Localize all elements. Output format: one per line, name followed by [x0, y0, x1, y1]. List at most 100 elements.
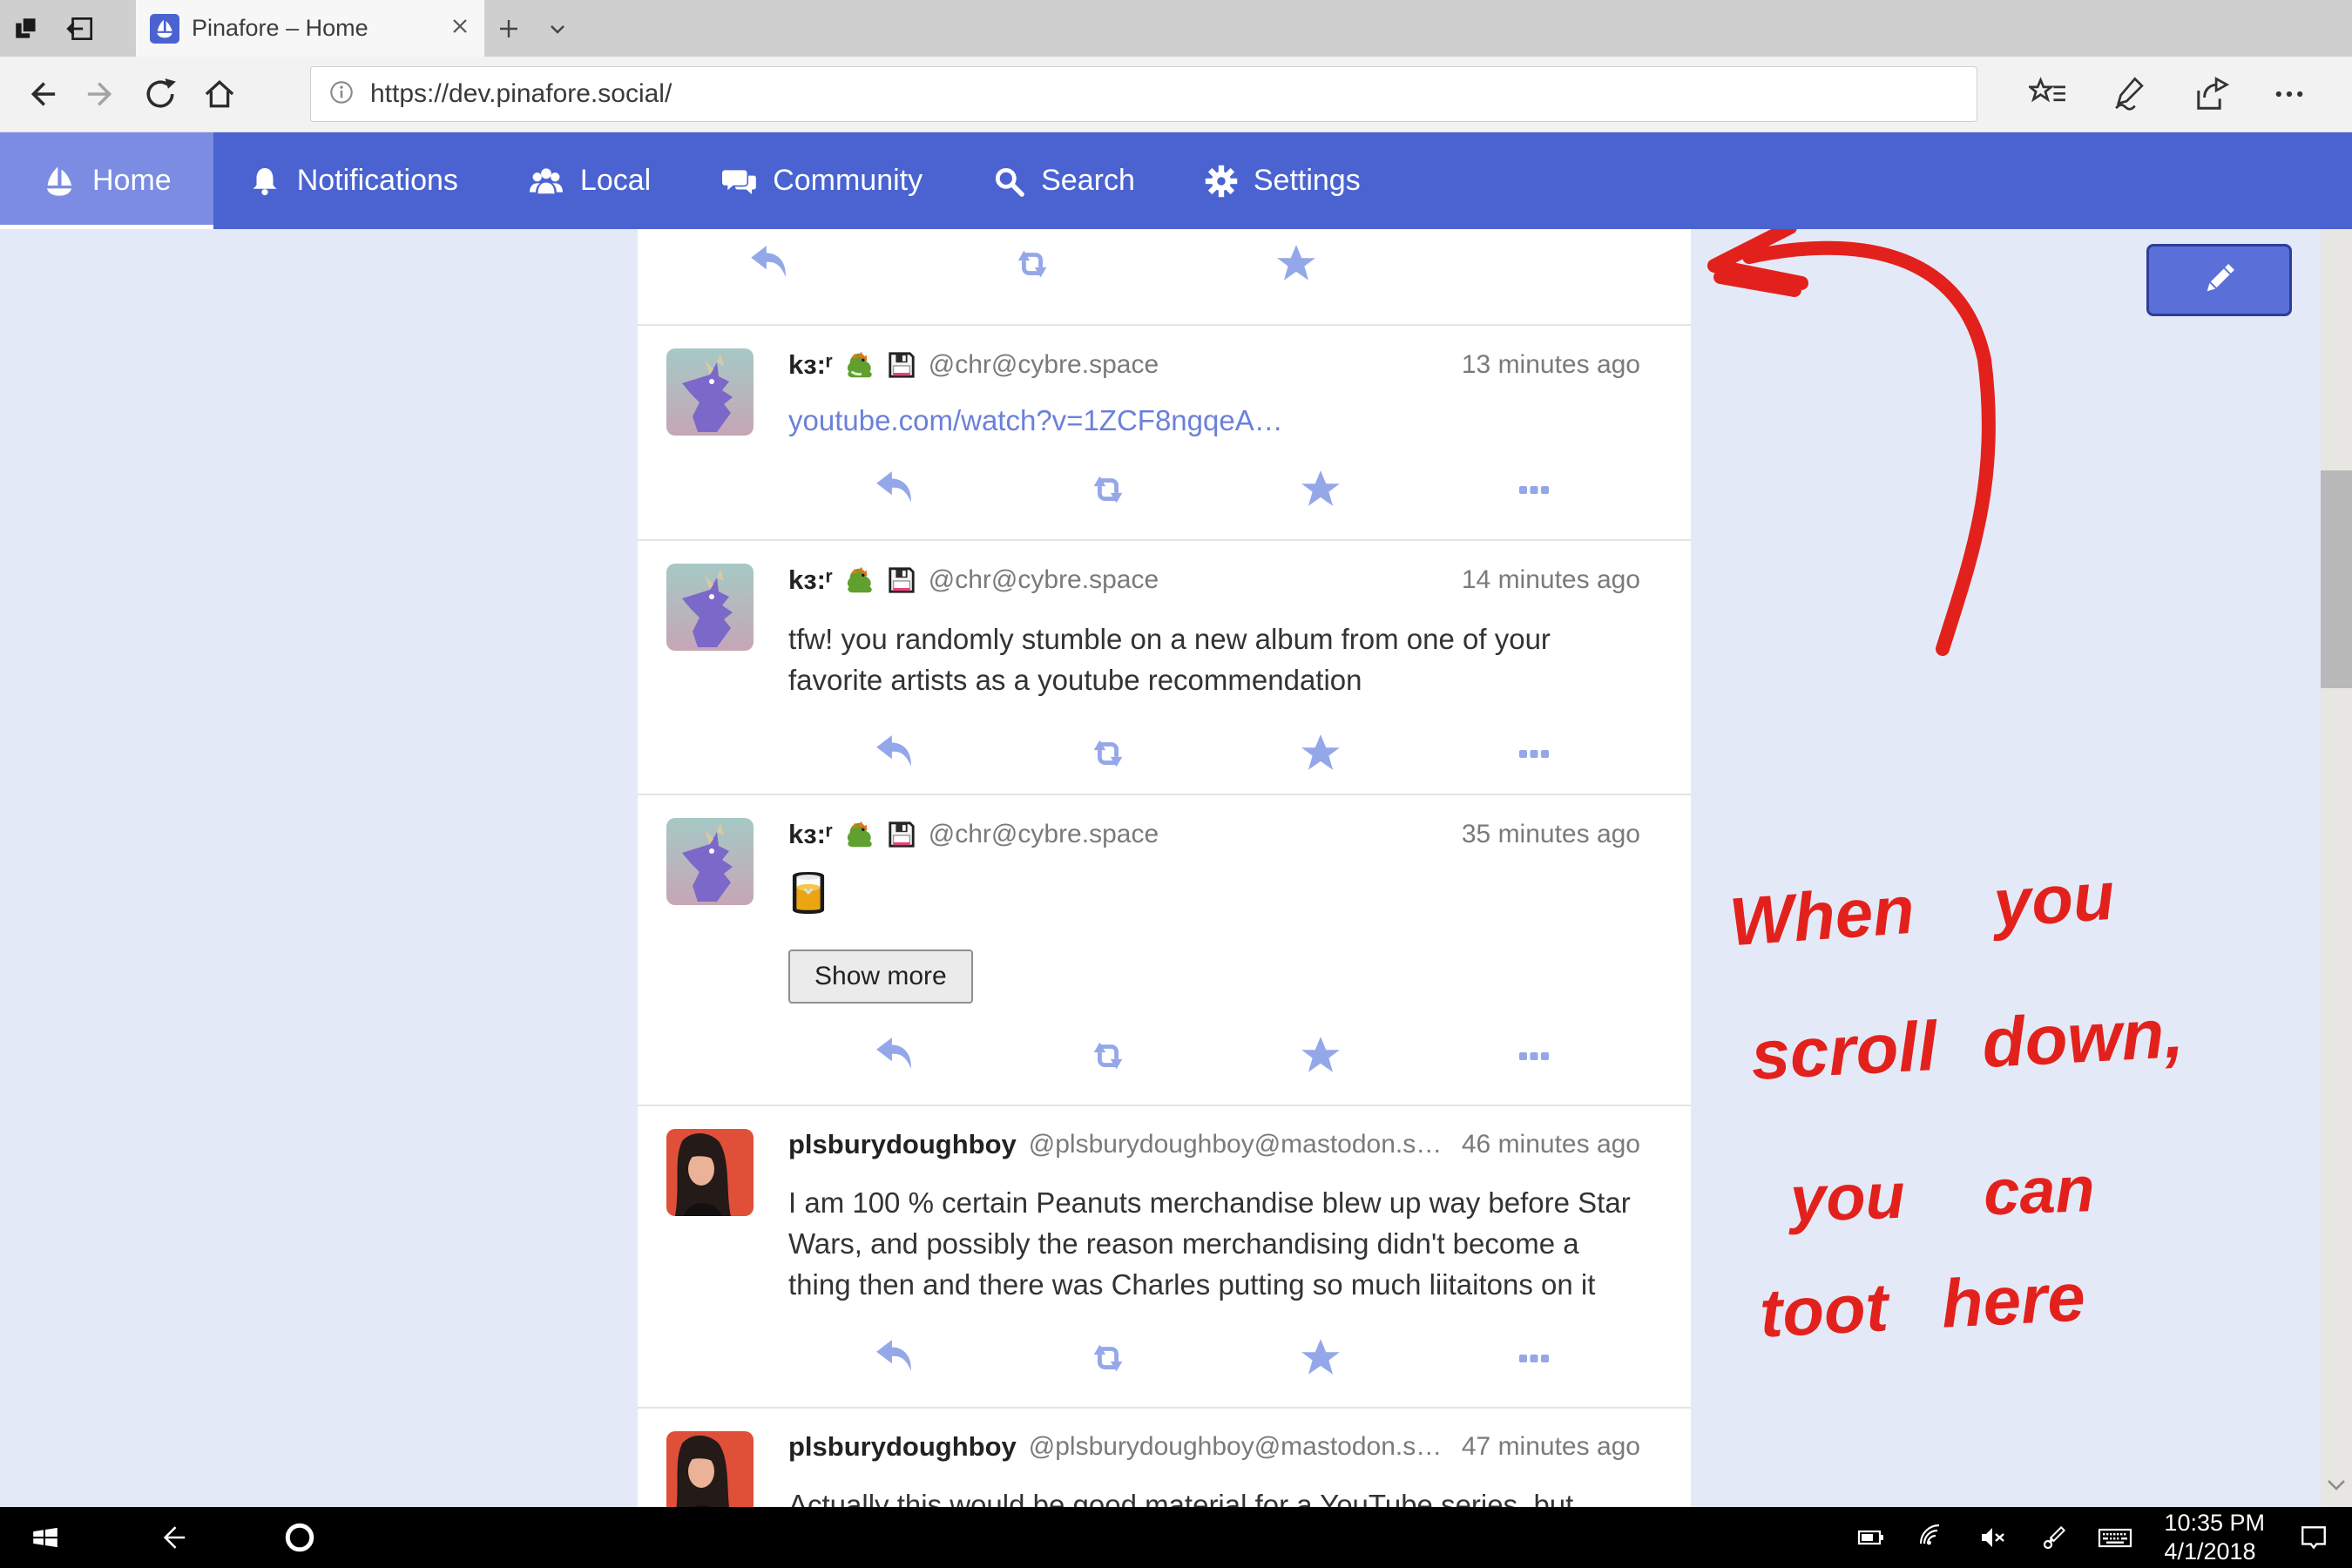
toot-author-name[interactable]: plsburydoughboy: [788, 1129, 1017, 1160]
annotation-line: scroll down,: [1749, 993, 2186, 1096]
favorite-star-icon[interactable]: [1298, 1033, 1343, 1078]
toot-text: Actually this would be good material for…: [788, 1485, 1640, 1507]
floppy-disk-emoji: [887, 350, 916, 380]
reply-icon[interactable]: [872, 1033, 917, 1078]
toot: kз:ʳ @chr@cybre.space 14 minutes ago tfw…: [638, 539, 1691, 794]
favorite-star-icon[interactable]: [1274, 241, 1319, 287]
boost-icon[interactable]: [1010, 241, 1055, 287]
reply-icon[interactable]: [872, 467, 917, 512]
page-scrollbar[interactable]: [2321, 229, 2352, 1507]
refresh-button[interactable]: [131, 64, 190, 124]
scrollbar-down-arrow-icon[interactable]: [2324, 1477, 2349, 1498]
toot-timestamp[interactable]: 14 minutes ago: [1462, 565, 1640, 595]
taskbar-back-button[interactable]: [150, 1515, 195, 1560]
site-info-icon[interactable]: [327, 78, 356, 112]
nav-label: Home: [92, 164, 172, 198]
avatar-person[interactable]: [666, 1129, 754, 1216]
nav-label: Local: [580, 164, 651, 198]
dragon-emoji: [843, 818, 876, 851]
taskbar-clock[interactable]: 10:35 PM 4/1/2018: [2164, 1509, 2265, 1566]
nav-item-search[interactable]: Search: [957, 132, 1170, 229]
toot-more-icon[interactable]: [1511, 1033, 1557, 1078]
back-button[interactable]: [12, 64, 71, 124]
share-icon[interactable]: [2180, 64, 2239, 124]
toot-author-handle[interactable]: @chr@cybre.space: [929, 820, 1159, 849]
forward-button[interactable]: [71, 64, 131, 124]
nav-label: Settings: [1254, 164, 1361, 198]
set-tabs-aside-icon[interactable]: [64, 14, 96, 44]
nav-item-local[interactable]: Local: [493, 132, 686, 229]
toot-author-name[interactable]: kз:ʳ: [788, 349, 833, 381]
toot-link[interactable]: youtube.com/watch?v=1ZCF8ngqeA…: [788, 404, 1283, 437]
search-icon: [992, 165, 1025, 198]
home-timeline: kз:ʳ @chr@cybre.space 13 minutes ago you…: [638, 229, 1691, 1507]
show-more-button[interactable]: Show more: [788, 950, 973, 1004]
address-bar[interactable]: https://dev.pinafore.social/: [310, 66, 1977, 122]
toot-author-handle[interactable]: @plsburydoughboy@mastodon.s…: [1029, 1432, 1443, 1462]
toot-text: tfw! you randomly stumble on a new album…: [788, 619, 1640, 701]
boost-icon[interactable]: [1085, 731, 1131, 776]
reply-icon[interactable]: [872, 1335, 917, 1381]
new-tab-button[interactable]: [484, 0, 533, 57]
toot-author-handle[interactable]: @chr@cybre.space: [929, 565, 1159, 595]
dragon-emoji: [843, 564, 876, 597]
nav-label: Community: [773, 164, 923, 198]
tab-close-icon[interactable]: [449, 16, 470, 41]
home-button[interactable]: [190, 64, 249, 124]
more-options-icon[interactable]: [2260, 64, 2319, 124]
favorite-star-icon[interactable]: [1298, 467, 1343, 512]
wifi-icon[interactable]: [1913, 1515, 1951, 1560]
glass-of-amber-liquid-emoji: [788, 870, 828, 916]
battery-icon[interactable]: [1852, 1515, 1890, 1560]
bell-icon: [248, 165, 281, 198]
scrollbar-thumb[interactable]: [2321, 470, 2352, 688]
avatar-dragon[interactable]: [666, 348, 754, 436]
touch-keyboard-icon[interactable]: [2096, 1515, 2134, 1560]
reply-icon[interactable]: [747, 241, 792, 287]
toot-timestamp[interactable]: 47 minutes ago: [1462, 1432, 1640, 1462]
toot-author-name[interactable]: kз:ʳ: [788, 819, 833, 850]
avatar-person[interactable]: [666, 1431, 754, 1507]
toot-timestamp[interactable]: 35 minutes ago: [1462, 820, 1640, 849]
tab-preview-icon[interactable]: [12, 14, 42, 44]
nav-item-settings[interactable]: Settings: [1170, 132, 1396, 229]
toot-timestamp[interactable]: 46 minutes ago: [1462, 1130, 1640, 1159]
pen-icon[interactable]: [2035, 1515, 2073, 1560]
nav-item-home[interactable]: Home: [0, 132, 213, 229]
boost-icon[interactable]: [1085, 467, 1131, 512]
nav-item-notifications[interactable]: Notifications: [213, 132, 493, 229]
browser-tab[interactable]: Pinafore – Home: [136, 0, 484, 57]
cortana-button[interactable]: [277, 1515, 322, 1560]
toot-more-icon[interactable]: [1511, 731, 1557, 776]
favorite-star-icon[interactable]: [1298, 731, 1343, 776]
url-text[interactable]: https://dev.pinafore.social/: [370, 79, 672, 109]
toot-author-name[interactable]: plsburydoughboy: [788, 1431, 1017, 1463]
toot: plsburydoughboy @plsburydoughboy@mastodo…: [638, 1105, 1691, 1407]
browser-toolbar: https://dev.pinafore.social/: [0, 57, 2352, 132]
sailboat-icon: [42, 164, 77, 199]
toot: plsburydoughboy @plsburydoughboy@mastodo…: [638, 1407, 1691, 1507]
start-button[interactable]: [23, 1515, 68, 1560]
avatar-dragon[interactable]: [666, 818, 754, 905]
action-center-icon[interactable]: [2295, 1515, 2333, 1560]
toot-author-handle[interactable]: @chr@cybre.space: [929, 350, 1159, 380]
tab-list-chevron-icon[interactable]: [533, 0, 582, 57]
avatar-dragon[interactable]: [666, 564, 754, 651]
toot-more-icon[interactable]: [1511, 467, 1557, 512]
toot-more-icon[interactable]: [1511, 1335, 1557, 1381]
toot-author-handle[interactable]: @plsburydoughboy@mastodon.s…: [1029, 1130, 1443, 1159]
annotation-line: toot here: [1758, 1257, 2087, 1353]
web-note-pen-icon[interactable]: [2099, 64, 2159, 124]
reply-icon[interactable]: [872, 731, 917, 776]
volume-muted-icon[interactable]: [1974, 1515, 2012, 1560]
boost-icon[interactable]: [1085, 1335, 1131, 1381]
favorites-hub-icon[interactable]: [2019, 64, 2078, 124]
people-group-icon: [528, 165, 564, 198]
toot-author-name[interactable]: kз:ʳ: [788, 564, 833, 596]
compose-toot-button[interactable]: [2146, 244, 2292, 316]
nav-item-community[interactable]: Community: [686, 132, 957, 229]
favorite-star-icon[interactable]: [1298, 1335, 1343, 1381]
dragon-emoji: [843, 348, 876, 382]
toot-timestamp[interactable]: 13 minutes ago: [1462, 350, 1640, 380]
boost-icon[interactable]: [1085, 1033, 1131, 1078]
